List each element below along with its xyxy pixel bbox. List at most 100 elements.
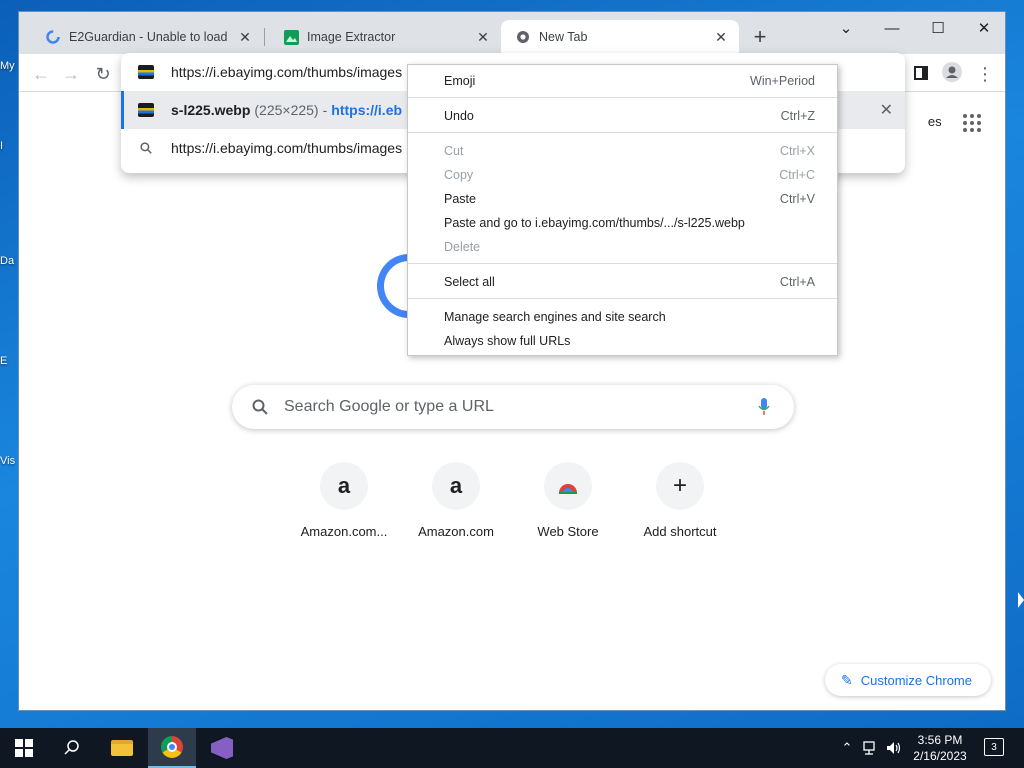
chrome-icon	[161, 736, 183, 758]
menu-item-delete[interactable]: Delete	[408, 235, 837, 259]
ntp-search-box[interactable]: Search Google or type a URL	[232, 385, 794, 429]
tab-title: E2Guardian - Unable to load web	[69, 30, 231, 44]
start-button[interactable]	[0, 728, 48, 768]
close-window-button[interactable]: ✕	[961, 14, 1007, 42]
chrome-icon	[515, 29, 531, 45]
desktop-icon-label: E	[0, 355, 8, 367]
remove-suggestion-icon[interactable]: ✕	[880, 100, 893, 120]
desktop-icon-da[interactable]: Da	[0, 255, 18, 267]
tab-search-button[interactable]: ⌄	[823, 14, 869, 42]
mouse-cursor	[1018, 592, 1024, 608]
desktop-icon-label: My	[0, 60, 15, 72]
chrome-taskbar-button[interactable]	[148, 728, 196, 768]
google-apps-icon[interactable]	[963, 114, 981, 132]
favicon-bag-icon	[121, 103, 171, 117]
menu-separator	[408, 132, 837, 133]
chevron-up-icon: ⌃	[841, 740, 853, 755]
maximize-icon: ☐	[931, 20, 945, 37]
shortcut-label: Add shortcut	[643, 524, 717, 539]
shortcut-web-store[interactable]: Web Store	[512, 462, 624, 539]
close-icon[interactable]: ✕	[237, 29, 253, 45]
desktop-icon-vis[interactable]: Vis	[0, 455, 18, 467]
taskbar-clock[interactable]: 3:56 PM 2/16/2023	[908, 732, 972, 764]
side-panel-button[interactable]	[907, 60, 935, 88]
suggestion-dims: (225×225)	[254, 102, 319, 118]
search-icon	[121, 142, 171, 154]
shortcut-amazon-1[interactable]: a Amazon.com...	[288, 462, 400, 539]
file-explorer-button[interactable]	[98, 728, 146, 768]
menu-button[interactable]: ⋮	[971, 60, 999, 88]
forward-button[interactable]: →	[57, 60, 85, 88]
chevron-down-icon: ⌄	[839, 20, 853, 37]
suggestion-separator: -	[322, 102, 328, 118]
notification-center-icon[interactable]: 3	[984, 738, 1004, 756]
desktop-icon-my[interactable]: My	[0, 60, 18, 72]
menu-item-select-all[interactable]: Select all Ctrl+A	[408, 270, 837, 294]
arrow-right-icon: →	[62, 63, 80, 84]
notification-count: 3	[991, 741, 997, 753]
desktop-icon-label: I	[0, 140, 4, 152]
menu-item-undo[interactable]: Undo Ctrl+Z	[408, 104, 837, 128]
close-icon: ✕	[977, 20, 991, 37]
desktop-icon-i[interactable]: I	[0, 140, 18, 152]
web-store-icon	[544, 462, 592, 510]
menu-separator	[408, 298, 837, 299]
windows-logo-icon	[15, 739, 33, 757]
profile-button[interactable]	[938, 60, 966, 88]
tab-e2guardian[interactable]: E2Guardian - Unable to load web ✕	[31, 20, 263, 54]
tab-image-extractor[interactable]: Image Extractor ✕	[269, 20, 501, 54]
customize-label: Customize Chrome	[860, 672, 972, 688]
minimize-button[interactable]: —	[869, 14, 915, 42]
amazon-icon: a	[432, 462, 480, 510]
chrome-window: E2Guardian - Unable to load web ✕ Image …	[18, 11, 1006, 711]
maximize-button[interactable]: ☐	[915, 14, 961, 42]
omnibox-input[interactable]: https://i.ebayimg.com/thumbs/images	[171, 64, 402, 80]
clock-time: 3:56 PM	[917, 733, 963, 747]
plus-icon: +	[753, 24, 767, 49]
customize-chrome-button[interactable]: ✎ Customize Chrome	[825, 664, 991, 696]
menu-item-cut[interactable]: Cut Ctrl+X	[408, 139, 837, 163]
new-tab-button[interactable]: +	[747, 24, 773, 50]
menu-item-always-show-full-urls[interactable]: Always show full URLs	[408, 329, 837, 353]
avatar-icon	[942, 61, 962, 87]
tab-separator	[264, 28, 265, 46]
menu-item-paste[interactable]: Paste Ctrl+V	[408, 187, 837, 211]
images-link[interactable]: Images	[899, 114, 942, 130]
menu-item-emoji[interactable]: Emoji Win+Period	[408, 69, 837, 93]
favicon-bag-icon	[121, 65, 171, 79]
shortcut-amazon-2[interactable]: a Amazon.com	[400, 462, 512, 539]
visual-studio-taskbar-button[interactable]	[198, 728, 246, 768]
suggestion-text: https://i.ebayimg.com/thumbs/images	[171, 140, 403, 156]
context-menu: Emoji Win+Period Undo Ctrl+Z Cut Ctrl+X Cop…	[407, 64, 838, 356]
menu-separator	[408, 97, 837, 98]
amazon-icon: a	[320, 462, 368, 510]
back-button[interactable]: ←	[27, 60, 55, 88]
menu-item-copy[interactable]: Copy Ctrl+C	[408, 163, 837, 187]
volume-icon[interactable]	[884, 728, 904, 768]
search-icon	[250, 397, 270, 417]
clock-date: 2/16/2023	[913, 749, 967, 763]
menu-separator	[408, 263, 837, 264]
minimize-icon: —	[884, 19, 900, 37]
tray-overflow-button[interactable]: ⌃	[838, 728, 856, 768]
shortcut-label: Amazon.com	[418, 524, 494, 539]
shortcut-add[interactable]: + Add shortcut	[624, 462, 736, 539]
network-icon[interactable]	[860, 728, 882, 768]
suggestion-url: https://i.eb	[331, 102, 403, 118]
desktop-icon-label: Da	[0, 255, 15, 267]
tab-new-tab[interactable]: New Tab ✕	[501, 20, 739, 54]
desktop-icon-e[interactable]: E	[0, 355, 18, 367]
close-icon[interactable]: ✕	[475, 29, 491, 45]
search-taskbar-button[interactable]	[48, 728, 96, 768]
visual-studio-icon	[211, 737, 233, 759]
microphone-icon[interactable]	[754, 397, 774, 417]
menu-item-manage-search-engines[interactable]: Manage search engines and site search	[408, 305, 837, 329]
close-icon[interactable]: ✕	[713, 29, 729, 45]
image-icon	[283, 29, 299, 45]
menu-item-paste-and-go[interactable]: Paste and go to i.ebayimg.com/thumbs/...…	[408, 211, 837, 235]
reload-button[interactable]: ↻	[89, 60, 117, 88]
shortcut-label: Amazon.com...	[300, 524, 388, 539]
pencil-icon: ✎	[841, 671, 853, 688]
search-icon	[64, 739, 80, 758]
side-panel-icon	[914, 64, 928, 85]
